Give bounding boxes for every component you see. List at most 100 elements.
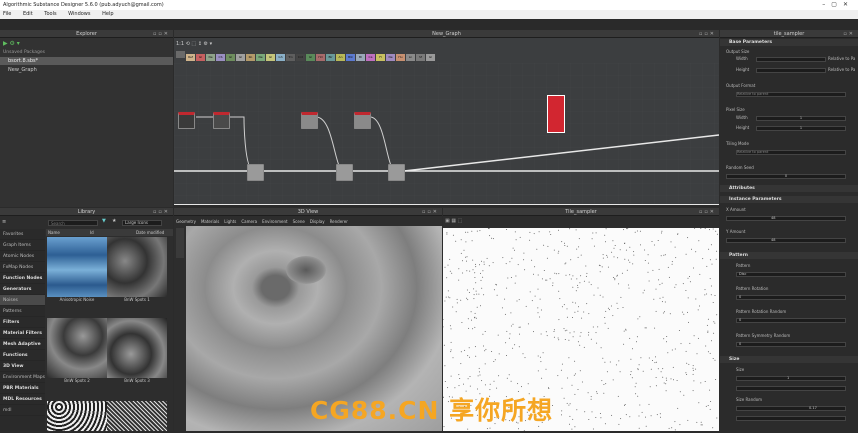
node-swatch[interactable]: Crd	[296, 54, 305, 61]
thumb-noise-5[interactable]	[47, 401, 107, 431]
graph-zoom[interactable]: 1:1	[176, 41, 184, 47]
thumb-noise-6[interactable]	[107, 401, 167, 431]
library-category-item[interactable]: mdl	[0, 405, 45, 416]
graph-node-tile-sampler[interactable]	[547, 95, 565, 133]
panel-controls[interactable]: ▫✕	[843, 30, 855, 38]
node-swatch[interactable]: Blr	[326, 54, 335, 61]
library-category-item[interactable]: 3D View	[0, 361, 45, 372]
node-swatch[interactable]: Gl	[226, 54, 235, 61]
node-swatch[interactable]: Gl	[426, 54, 435, 61]
favorite-icon[interactable]: ★	[112, 218, 116, 224]
view-mode-select[interactable]: Large Icons	[122, 220, 162, 226]
pattern-variation-slider[interactable]: 0	[736, 342, 846, 347]
library-category-item[interactable]: Patterns	[0, 306, 45, 317]
library-category-item[interactable]: Favorites	[0, 229, 45, 240]
graph-node-blend-1[interactable]	[247, 164, 264, 181]
section-instance-parameters[interactable]: Instance Parameters	[720, 196, 858, 203]
section-base-parameters[interactable]: Base Parameters	[720, 39, 858, 46]
thumb-bnw-spots-3[interactable]	[107, 318, 167, 378]
menu-file[interactable]: File	[3, 11, 11, 17]
size-slider[interactable]: 1	[736, 376, 846, 381]
node-swatch[interactable]: Bl	[356, 54, 365, 61]
library-category-item[interactable]: Mesh Adaptive	[0, 339, 45, 350]
seed-slider[interactable]: 0	[726, 174, 846, 179]
node-swatch[interactable]: Fl	[376, 54, 385, 61]
panel-controls[interactable]: ▫▫✕	[422, 208, 439, 216]
library-category-item[interactable]: Function Nodes	[0, 273, 45, 284]
node-swatch[interactable]	[176, 51, 185, 58]
window-controls[interactable]: –▢✕	[822, 0, 854, 10]
output-height-rel[interactable]: Relative to Pa	[828, 66, 856, 74]
node-swatch[interactable]: Hu	[396, 54, 405, 61]
library-category-item[interactable]: Generators	[0, 284, 45, 295]
node-swatch[interactable]: Sf	[416, 54, 425, 61]
node-swatch[interactable]: Gl	[196, 54, 205, 61]
3d-view-menu-item[interactable]: Camera	[241, 219, 257, 224]
3d-view-menu-item[interactable]: Scene	[293, 219, 305, 224]
size-random-slider-y[interactable]	[736, 416, 846, 421]
node-swatch[interactable]: Trn	[286, 54, 295, 61]
3d-view-menu-item[interactable]: Lights	[224, 219, 236, 224]
col-id[interactable]: Id	[90, 229, 94, 236]
node-swatch[interactable]: Ne	[386, 54, 395, 61]
library-search-input[interactable]: Search	[48, 220, 98, 226]
3d-view-menu-item[interactable]: Geometry	[176, 219, 196, 224]
graph-node-blend-3[interactable]	[388, 164, 405, 181]
node-swatch[interactable]: Blk	[346, 54, 355, 61]
node-swatch[interactable]: Gl	[306, 54, 315, 61]
output-width-rel[interactable]: Relative to Pa	[828, 55, 856, 63]
library-category-item[interactable]: Functions	[0, 350, 45, 361]
output-height-slider[interactable]	[756, 68, 826, 73]
3d-view-menu-item[interactable]: Display	[310, 219, 325, 224]
size-slider-y[interactable]	[736, 386, 846, 391]
output-width-slider[interactable]	[756, 57, 826, 62]
menu-edit[interactable]: Edit	[23, 11, 33, 17]
panel-controls[interactable]: ▫▫✕	[699, 208, 716, 216]
col-date[interactable]: Date modified	[136, 229, 164, 236]
graph-node-noise-2[interactable]	[213, 112, 230, 129]
section-attributes[interactable]: Attributes	[720, 185, 858, 192]
explorer-graph-item[interactable]: New_Graph	[8, 67, 37, 73]
thumb-anisotropic-noise[interactable]	[47, 237, 107, 297]
explorer-toolbar[interactable]: ▶ ⚙ ▾	[3, 40, 20, 47]
library-category-item[interactable]: FxMap Nodes	[0, 262, 45, 273]
pattern-rotation-slider[interactable]: 0	[736, 295, 846, 300]
size-random-slider[interactable]: 0.17	[736, 406, 846, 411]
explorer-package[interactable]: bsort.8.sbs*	[0, 57, 173, 65]
menu-windows[interactable]: Windows	[68, 11, 90, 17]
x-amount-slider[interactable]: 48	[726, 216, 846, 221]
node-swatch[interactable]: An	[336, 54, 345, 61]
3d-view-menu-item[interactable]: Renderer	[330, 219, 348, 224]
3d-view-menu-item[interactable]: Materials	[201, 219, 219, 224]
pixel-height-field[interactable]: 1	[756, 126, 846, 131]
library-category-item[interactable]: Filters	[0, 317, 45, 328]
menu-tools[interactable]: Tools	[44, 11, 56, 17]
node-swatch[interactable]: Ne	[206, 54, 215, 61]
output-format-select[interactable]: Relative to parent	[736, 92, 846, 97]
library-category-item[interactable]: Noises	[0, 295, 45, 306]
filter-icon[interactable]: ▼	[102, 218, 106, 224]
library-menu-icon[interactable]: ≡	[2, 219, 6, 225]
pattern-select[interactable]: Disc	[736, 272, 846, 277]
panel-controls[interactable]: ▫▫✕	[699, 30, 716, 38]
col-name[interactable]: Name	[46, 230, 60, 235]
node-swatch[interactable]: Ln	[406, 54, 415, 61]
section-size[interactable]: Size	[720, 356, 858, 363]
3d-view-side-toolbar[interactable]	[176, 228, 184, 258]
library-category-item[interactable]: Atomic Nodes	[0, 251, 45, 262]
library-category-item[interactable]: Material Filters	[0, 328, 45, 339]
node-swatch[interactable]: Ro	[246, 54, 255, 61]
graph-toolbar[interactable]: 1:1 ⟲ ⬚ ↕ ⚙ ▾	[176, 40, 212, 49]
section-pattern[interactable]: Pattern	[720, 252, 858, 259]
node-swatch[interactable]: Hd	[316, 54, 325, 61]
graph-node-blend-2[interactable]	[336, 164, 353, 181]
library-category-item[interactable]: PBR Materials	[0, 383, 45, 394]
menu-help[interactable]: Help	[102, 11, 113, 17]
thumb-bnw-spots-1[interactable]	[107, 237, 167, 297]
y-amount-slider[interactable]: 48	[726, 238, 846, 243]
panel-controls[interactable]: ▫▫✕	[153, 208, 170, 216]
2d-view-toolbar[interactable]: ▣ ▦ ⬚	[445, 218, 717, 227]
library-category-item[interactable]: Environment Maps	[0, 372, 45, 383]
thumb-bnw-spots-2[interactable]	[47, 318, 107, 378]
node-swatch[interactable]: CS	[216, 54, 225, 61]
